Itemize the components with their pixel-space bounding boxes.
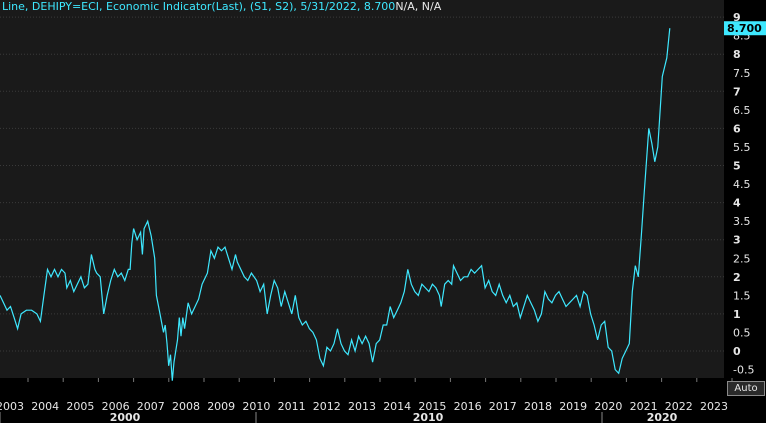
y-tick-label: 4.5 [733,178,751,191]
x-tick-label: 2023 [700,400,728,413]
y-tick-label: 6 [733,122,741,135]
x-tick-label: 2020 [594,400,622,413]
x-tick-label: 2008 [172,400,200,413]
y-tick-label: 3 [733,234,741,247]
x-tick-label: 2007 [137,400,165,413]
x-tick-label: 2009 [207,400,235,413]
y-tick-label: -0.5 [733,364,754,377]
chart-svg: 2003200420052006200720082009201020112012… [0,11,766,423]
y-tick-label: 5 [733,160,741,173]
x-tick-label: 2019 [559,400,587,413]
y-tick-label: 2.5 [733,252,751,265]
y-tick-label: 1 [733,308,741,321]
y-tick-label: 3.5 [733,215,751,228]
x-tick-label: 2012 [313,400,341,413]
series-info: Line, DEHIPY=ECI, Economic Indicator(Las… [2,0,396,13]
x-tick-label: 2018 [524,400,552,413]
x-tick-label: 2004 [31,400,59,413]
x-tick-label: 2010 [242,400,270,413]
x-tick-label: 2011 [278,400,306,413]
y-tick-label: 2 [733,271,741,284]
y-tick-label: 6.5 [733,104,751,117]
decade-label: 2000 [110,411,141,423]
series-line [0,28,671,381]
auto-scale-button[interactable]: Auto [727,381,765,396]
y-tick-label: 4 [733,197,741,210]
y-tick-label: 5.5 [733,141,751,154]
y-tick-label: 8 [733,48,741,61]
chart-header: Line, DEHIPY=ECI, Economic Indicator(Las… [2,0,441,14]
x-tick-label: 2005 [66,400,94,413]
last-value-label: 8.700 [727,22,762,35]
x-tick-label: 2016 [454,400,482,413]
y-tick-label: 7.5 [733,67,751,80]
x-tick-label: 2017 [489,400,517,413]
x-tick-label: 2003 [0,400,24,413]
x-tick-label: 2013 [348,400,376,413]
x-tick-label: 2014 [383,400,411,413]
y-tick-label: 7 [733,85,741,98]
decade-label: 2020 [647,411,678,423]
y-tick-label: 1.5 [733,289,751,302]
y-tick-label: 0.5 [733,326,751,339]
y-tick-label: 0 [733,345,741,358]
decade-label: 2010 [413,411,444,423]
na-info: N/A, N/A [395,0,442,13]
